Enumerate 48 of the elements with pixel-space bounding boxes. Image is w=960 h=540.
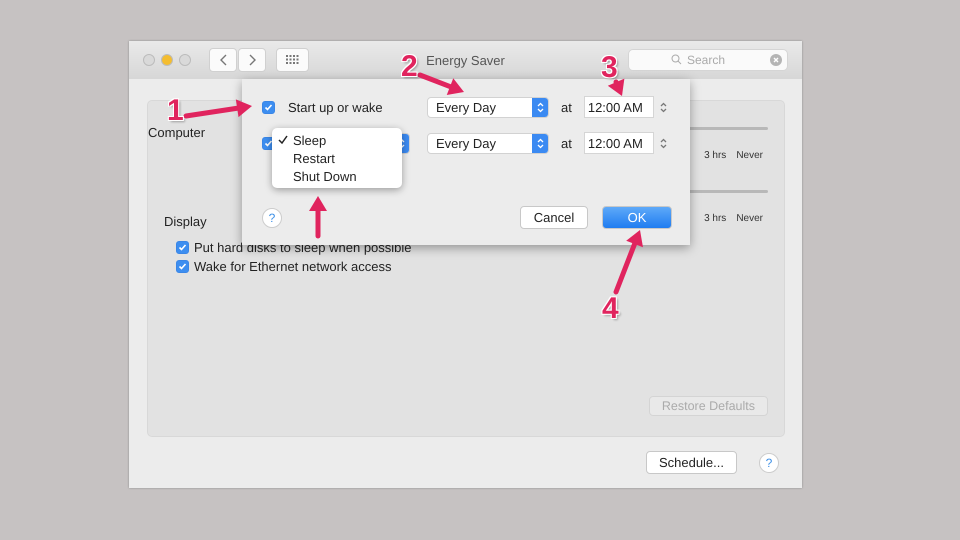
checkmark-icon xyxy=(178,262,187,271)
chevron-right-icon xyxy=(248,54,256,66)
arrow xyxy=(309,196,327,238)
checkmark-icon xyxy=(264,102,273,112)
time-field[interactable]: 12:00 AM xyxy=(584,96,654,118)
at-label: at xyxy=(561,100,572,114)
window-title: Energy Saver xyxy=(426,52,505,68)
stepper-icon xyxy=(660,102,667,112)
tick-label: Never xyxy=(736,150,763,161)
arrow xyxy=(184,99,252,118)
setting-label: Display xyxy=(164,214,207,229)
time-field[interactable]: 12:00 AM xyxy=(584,132,654,154)
checkbox[interactable] xyxy=(176,241,189,254)
checkbox[interactable] xyxy=(262,100,275,114)
arrow xyxy=(614,230,643,294)
setting-label: Computer xyxy=(148,125,206,140)
arrow xyxy=(418,72,464,95)
checkbox-label: Wake for Ethernet network access xyxy=(194,259,392,274)
checkmark-icon xyxy=(178,243,187,252)
grid-icon xyxy=(286,55,299,65)
step-number: 2 xyxy=(401,52,418,82)
search-field[interactable]: Search xyxy=(628,49,788,71)
back-button[interactable] xyxy=(209,48,237,72)
clear-icon[interactable] xyxy=(770,54,782,66)
chevron-left-icon xyxy=(220,54,226,66)
arrow xyxy=(608,78,624,96)
menu-item[interactable]: Restart xyxy=(293,150,335,166)
forward-button[interactable] xyxy=(238,48,266,72)
step-number: 1 xyxy=(167,96,184,126)
cancel-button[interactable]: Cancel xyxy=(520,206,588,229)
tick-label: 3 hrs xyxy=(704,150,726,161)
schedule-label: Start up or wake xyxy=(288,100,384,114)
tick-label: 3 hrs xyxy=(704,213,726,224)
show-all-button[interactable] xyxy=(276,48,309,72)
at-label: at xyxy=(561,136,572,150)
menu-item[interactable]: Sleep xyxy=(293,132,326,148)
schedule-button[interactable]: Schedule... xyxy=(646,451,737,474)
search-icon xyxy=(671,54,682,65)
step-number: 3 xyxy=(601,53,618,83)
chevrons-icon xyxy=(536,102,544,112)
step-number: 4 xyxy=(602,294,619,324)
chevrons-icon xyxy=(536,138,544,148)
frequency-popup[interactable]: Every Day xyxy=(427,96,549,118)
checkbox[interactable] xyxy=(176,260,189,273)
stepper-icon xyxy=(660,138,667,148)
menu-item[interactable]: Shut Down xyxy=(293,168,357,184)
frequency-popup[interactable]: Every Day xyxy=(427,132,549,154)
tick-label: Never xyxy=(736,213,763,224)
